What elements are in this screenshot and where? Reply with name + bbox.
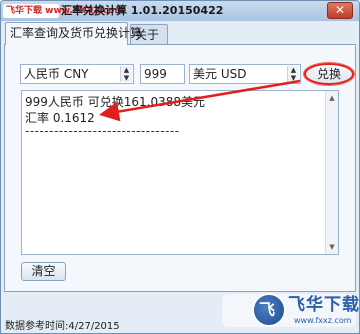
close-button[interactable]: ✕ <box>327 2 353 19</box>
result-line: 999人民币 可兑换161.0388美元 <box>25 95 205 109</box>
close-icon: ✕ <box>334 3 346 17</box>
amount-input[interactable]: 999 <box>140 64 185 84</box>
to-currency-value: 美元 USD <box>193 67 247 81</box>
title-bar: 飞华下载 www.FXXZ.com 汇率兑换计算 1.01.20150422 ✕ <box>1 1 359 21</box>
tab-converter[interactable]: 汇率查询及货币兑换计算 <box>5 22 142 45</box>
window-title: 汇率兑换计算 1.01.20150422 <box>61 4 224 17</box>
status-text: 数据参考时间:4/27/2015 <box>5 321 120 332</box>
watermark: 飞 飞华下载 www.fxxz.com <box>222 289 359 331</box>
result-textarea[interactable]: 999人民币 可兑换161.0388美元 汇率 0.1612 ---------… <box>21 90 339 255</box>
app-window: 飞华下载 www.FXXZ.com 汇率兑换计算 1.01.20150422 ✕… <box>0 0 360 334</box>
convert-button[interactable]: 兑换 <box>304 63 354 85</box>
separator-line: -------------------------------- <box>25 124 180 138</box>
to-currency-select[interactable]: 美元 USD ▲ ▼ <box>189 64 301 84</box>
watermark-url: www.fxxz.com <box>294 316 352 325</box>
watermark-title: 飞华下载 <box>288 295 360 315</box>
scroll-down-icon[interactable]: ▼ <box>327 241 337 253</box>
tab-strip: 汇率查询及货币兑换计算 关于 <box>1 22 359 45</box>
amount-value: 999 <box>144 67 167 81</box>
scroll-up-icon[interactable]: ▲ <box>327 92 337 104</box>
to-currency-spin-icon: ▲ ▼ <box>287 66 299 82</box>
from-currency-value: 人民币 CNY <box>24 67 89 81</box>
watermark-logo-icon: 飞 <box>252 293 286 327</box>
clear-button[interactable]: 清空 <box>21 262 66 281</box>
title-logo: 飞华下载 www.FXXZ.com <box>3 4 124 18</box>
from-currency-spin-icon: ▲ ▼ <box>120 66 132 82</box>
from-currency-select[interactable]: 人民币 CNY ▲ ▼ <box>20 64 134 84</box>
result-scrollbar[interactable]: ▲ ▼ <box>325 91 338 254</box>
